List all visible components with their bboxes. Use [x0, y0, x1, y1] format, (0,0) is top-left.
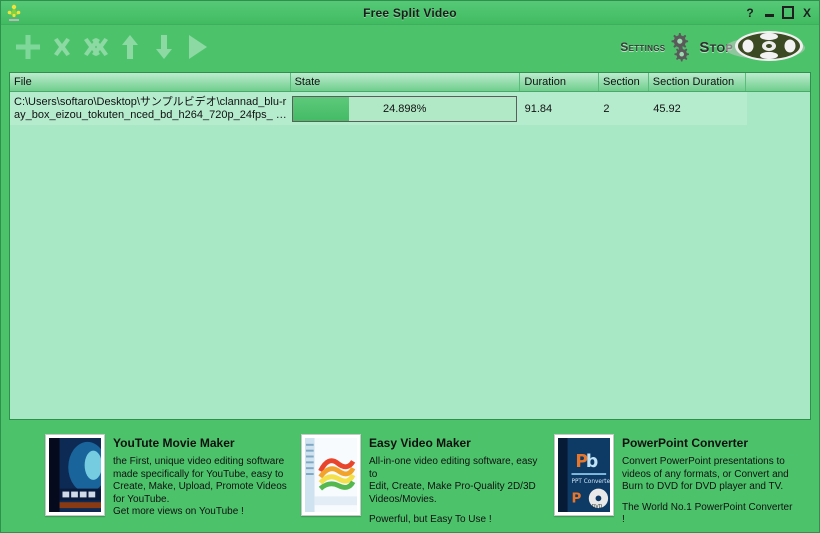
ad-easy-video-maker[interactable]: Easy Video Maker All-in-one video editin…	[301, 434, 546, 527]
toolbar: Settings Stop	[1, 25, 819, 69]
svg-text:P: P	[571, 490, 581, 506]
column-header-section[interactable]: Section	[598, 73, 648, 91]
window-controls: ? X	[744, 6, 813, 20]
boxshot-youtube-movie-maker	[45, 434, 105, 516]
gear-icon	[671, 33, 690, 62]
promo-area: YouTute Movie Maker the First, unique vi…	[1, 420, 819, 532]
svg-text:PPT Converter: PPT Converter	[571, 479, 610, 485]
close-button[interactable]: X	[801, 6, 813, 20]
application-window: Free Split Video ? X Settings Stop File …	[0, 0, 820, 533]
column-header-section-duration[interactable]: Section Duration	[647, 73, 746, 91]
table-row[interactable]: C:\Users\softaro\Desktop\サンプルビデオ\clannad…	[10, 92, 747, 125]
boxshot-powerpoint-converter: P b PPT Converter DVD P	[554, 434, 614, 516]
minimize-button[interactable]	[763, 6, 775, 20]
ad-title: YouTute Movie Maker	[113, 436, 235, 450]
cell-state: 24.898%	[290, 92, 520, 125]
title-bar: Free Split Video ? X	[1, 1, 819, 25]
move-down-button[interactable]	[147, 30, 181, 64]
ad-title: Easy Video Maker	[369, 436, 471, 450]
cell-file: C:\Users\softaro\Desktop\サンプルビデオ\clannad…	[10, 92, 290, 125]
column-header-state[interactable]: State	[289, 73, 520, 91]
start-button[interactable]	[181, 30, 215, 64]
ad-tagline: Powerful, but Easy To Use !	[369, 514, 492, 525]
film-reel-icon	[725, 31, 805, 61]
column-header-file[interactable]: File	[10, 73, 290, 91]
ad-body: the First, unique video editing software…	[113, 456, 287, 517]
brand-buttons: Settings Stop	[620, 29, 809, 65]
maximize-button[interactable]	[782, 6, 794, 20]
remove-all-button[interactable]	[79, 30, 113, 64]
svg-text:b: b	[586, 452, 598, 472]
progress-percent-label: 24.898%	[383, 102, 427, 115]
file-list-panel: File State Duration Section Section Dura…	[9, 72, 811, 420]
progress-bar: 24.898%	[292, 95, 518, 122]
cell-duration: 91.84	[524, 102, 553, 115]
ad-title: PowerPoint Converter	[622, 436, 749, 450]
column-header-spacer[interactable]	[745, 73, 810, 91]
ad-body: Convert PowerPoint presentations to vide…	[622, 456, 789, 492]
cell-section-duration: 45.92	[653, 102, 681, 115]
file-path-text: C:\Users\softaro\Desktop\サンプルビデオ\clannad…	[14, 95, 287, 121]
cell-section: 2	[603, 102, 610, 115]
help-button[interactable]: ?	[744, 6, 756, 20]
column-header-duration[interactable]: Duration	[519, 73, 598, 91]
ad-tagline: The World No.1 PowerPoint Converter !	[622, 501, 793, 526]
settings-button[interactable]: Settings	[620, 31, 693, 63]
window-title: Free Split Video	[363, 5, 457, 20]
move-up-button[interactable]	[113, 30, 147, 64]
ad-youtube-movie-maker[interactable]: YouTute Movie Maker the First, unique vi…	[45, 434, 297, 527]
svg-text:DVD: DVD	[592, 504, 603, 510]
boxshot-easy-video-maker	[301, 434, 361, 516]
ad-powerpoint-converter[interactable]: P b PPT Converter DVD P PowerPoint Conve…	[554, 434, 794, 527]
file-list-header: File State Duration Section Section Dura…	[10, 73, 810, 92]
remove-file-button[interactable]	[45, 30, 79, 64]
ad-body: All-in-one video editing software, easy …	[369, 456, 538, 505]
stop-button[interactable]: Stop	[699, 29, 805, 65]
add-file-button[interactable]	[11, 30, 45, 64]
app-logo-icon	[4, 3, 24, 23]
file-list-body[interactable]: C:\Users\softaro\Desktop\サンプルビデオ\clannad…	[10, 92, 810, 419]
